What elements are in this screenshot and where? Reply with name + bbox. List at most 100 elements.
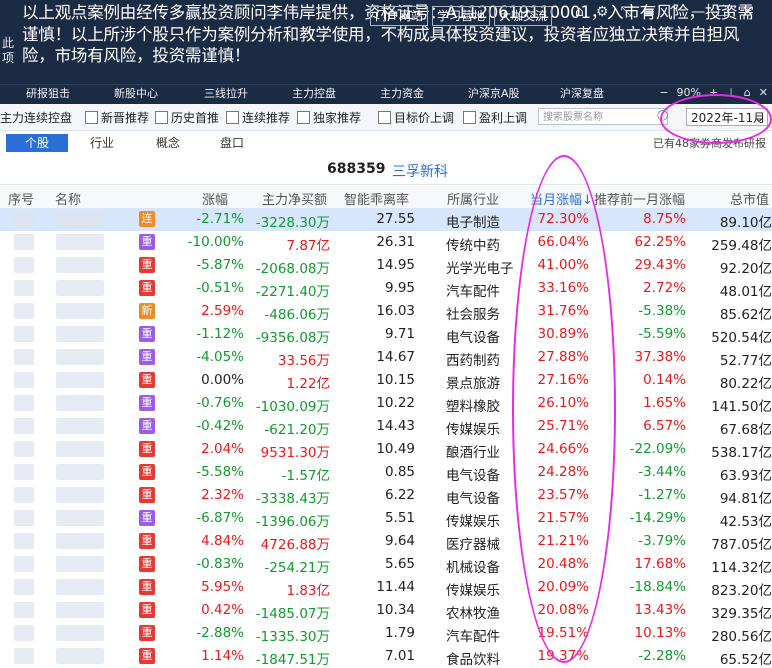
checkbox-first-recommend[interactable]: 历史首推	[155, 109, 219, 126]
col-bias[interactable]: 智能乖离率	[344, 189, 409, 208]
row-bias: 14.67	[376, 349, 415, 365]
nav-item-main-control[interactable]: 主力控盘	[292, 86, 336, 102]
table-row[interactable]: 重 -1.12% -9356.08万 9.71 电气设备 30.89% -5.59% 520.…	[0, 323, 772, 346]
row-tag-badge: 重	[139, 257, 155, 273]
table-row[interactable]: 重 4.84% 4726.88万 9.64 医疗器械 21.21% -3.79% 787.05…	[0, 530, 772, 553]
row-net-buy: -1.57亿	[281, 468, 330, 484]
table-row[interactable]: 重 2.32% -3338.43万 6.22 电气设备 23.57% -1.27% 94.81…	[0, 484, 772, 507]
portal-link[interactable]: 门户网站	[370, 6, 429, 26]
table-row[interactable]: 重 1.14% -1847.51万 7.01 食品饮料 19.37% -2.28% 65.52…	[0, 645, 772, 668]
row-month-change: 66.04%	[537, 234, 589, 250]
table-row[interactable]: 重 -5.58% -1.57亿 0.85 电气设备 24.28% -3.44% 63.93亿	[0, 461, 772, 484]
row-index-masked	[14, 234, 34, 250]
row-tag-badge: 连	[139, 211, 155, 227]
checkbox-new-recommend[interactable]: 新晋推荐	[85, 109, 149, 126]
col-name[interactable]: 名称	[55, 189, 81, 208]
row-market-cap: 42.53亿	[719, 514, 772, 530]
row-tag-badge: 重	[139, 372, 155, 388]
row-change: 2.59%	[201, 303, 244, 319]
menu-icon[interactable]: ≡	[644, 4, 656, 20]
row-net-buy: 7.87亿	[286, 238, 330, 254]
restore-icon[interactable]: ❐	[717, 4, 730, 20]
expert-exchange-link[interactable]: 大咖交流	[494, 6, 553, 26]
close-small-icon[interactable]: ✕	[759, 86, 768, 99]
row-prev-month-change: 29.43%	[634, 257, 686, 273]
stock-name[interactable]: 三孚新科	[392, 161, 448, 181]
search-icon[interactable]: ◯	[657, 110, 668, 121]
checkbox-profit-up[interactable]: 盈利上调	[463, 109, 527, 126]
row-prev-month-change: -2.28%	[638, 648, 686, 664]
col-market-cap[interactable]: 总市值	[730, 189, 769, 208]
table-row[interactable]: 重 -4.05% 33.56万 14.67 西药制药 27.88% 37.38% 52.77亿	[0, 346, 772, 369]
nav-item-research[interactable]: 研报狙击	[26, 86, 70, 102]
checkbox-continuous-recommend[interactable]: 连续推荐	[226, 109, 290, 126]
col-prev-month-change[interactable]: 推荐前一月涨幅	[594, 189, 685, 208]
tab-concept[interactable]: 概念	[146, 134, 190, 152]
row-index-masked	[14, 533, 34, 549]
row-month-change: 25.71%	[537, 418, 589, 434]
tab-stocks[interactable]: 个股	[6, 134, 68, 152]
row-tag-badge: 重	[139, 556, 155, 572]
row-index-masked	[14, 441, 34, 457]
nav-item-a-shares[interactable]: 沪深京A股	[468, 86, 520, 102]
col-net-buy[interactable]: 主力净买额	[262, 189, 327, 208]
table-row[interactable]: 连 -2.71% -3228.30万 27.55 电子制造 72.30% 8.75% 89.1…	[0, 208, 772, 231]
table-row[interactable]: 重 -6.87% -1396.06万 5.51 传媒娱乐 21.57% -14.29% 42.…	[0, 507, 772, 530]
row-index-masked	[14, 579, 34, 595]
table-row[interactable]: 重 -0.42% -621.20万 14.43 传媒娱乐 25.71% 6.57% 67.68…	[0, 415, 772, 438]
row-market-cap: 92.20亿	[719, 261, 772, 277]
row-bias: 5.51	[384, 510, 415, 526]
row-name-masked	[56, 326, 104, 342]
pin-icon[interactable]: ⊥	[726, 86, 736, 99]
row-name-masked	[56, 395, 104, 411]
row-tag-badge: 重	[139, 395, 155, 411]
table-row[interactable]: 重 -0.76% -1030.09万 10.22 塑料橡胶 26.10% 1.65% 141.…	[0, 392, 772, 415]
table-row[interactable]: 重 0.42% -1485.07万 10.34 农林牧渔 20.08% 13.43% 329.…	[0, 599, 772, 622]
tab-industry[interactable]: 行业	[80, 134, 124, 152]
row-tag-badge: 重	[139, 234, 155, 250]
shrink-icon[interactable]: ⤡	[620, 4, 631, 20]
minimize-icon[interactable]: —	[691, 4, 705, 20]
home-icon[interactable]: ⌂	[575, 4, 584, 20]
row-industry: 塑料橡胶	[446, 399, 500, 415]
row-bias: 10.49	[376, 441, 415, 457]
row-bias: 10.15	[376, 372, 415, 388]
table-row[interactable]: 重 2.04% 9531.30万 10.49 酿酒行业 24.66% -22.09% 538.…	[0, 438, 772, 461]
nav-item-main-funds[interactable]: 主力资金	[380, 86, 424, 102]
checkbox-target-price-up[interactable]: 目标价上调	[378, 109, 454, 126]
table-row[interactable]: 重 -2.88% -1335.30万 1.79 汽车配件 19.51% 10.13% 280.…	[0, 622, 772, 645]
checkbox-exclusive-recommend[interactable]: 独家推荐	[297, 109, 361, 126]
month-select[interactable]: 2022年-11月 ⌄	[686, 108, 768, 126]
row-bias: 10.22	[376, 395, 415, 411]
stock-search-input[interactable]: 搜索股票名称	[538, 108, 668, 125]
zoom-plus-icon[interactable]: +	[709, 86, 718, 99]
close-icon[interactable]: ✕	[742, 4, 754, 20]
table-row[interactable]: 重 -10.00% 7.87亿 26.31 传统中药 66.04% 62.25% 259.48…	[0, 231, 772, 254]
col-industry[interactable]: 所属行业	[447, 189, 499, 208]
table-row[interactable]: 重 -0.83% -254.21万 5.65 机械设备 20.48% 17.68% 114.3…	[0, 553, 772, 576]
row-tag-badge: 重	[139, 625, 155, 641]
row-name-masked	[56, 441, 104, 457]
col-month-change[interactable]: 当月涨幅↓	[530, 189, 593, 208]
learning-camp-link[interactable]: 学习营地	[432, 6, 491, 26]
gear-icon[interactable]: ⚙	[596, 4, 609, 20]
nav-item-review[interactable]: 沪深复盘	[560, 86, 604, 102]
nav-item-three-line[interactable]: 三线拉升	[204, 86, 248, 102]
table-row[interactable]: 重 0.00% 1.22亿 10.15 景点旅游 27.16% 0.14% 80.22亿	[0, 369, 772, 392]
zoom-minus-icon[interactable]: −	[659, 86, 668, 99]
home-small-icon[interactable]: ⌂	[744, 86, 751, 99]
col-index[interactable]: 序号	[8, 189, 34, 208]
table-row[interactable]: 新 2.59% -486.06万 16.03 社会服务 31.76% -5.38% 85.62…	[0, 300, 772, 323]
row-net-buy: 4726.88万	[260, 537, 330, 553]
row-industry: 传媒娱乐	[446, 514, 500, 530]
nav-item-new-stock[interactable]: 新股中心	[114, 86, 158, 102]
row-bias: 10.34	[376, 602, 415, 618]
row-net-buy: -3228.30万	[255, 215, 330, 231]
col-change[interactable]: 涨幅	[202, 189, 228, 208]
chevron-up-icon[interactable]: ⌃	[667, 4, 679, 20]
row-index-masked	[14, 349, 34, 365]
tab-orderbook[interactable]: 盘口	[210, 134, 254, 152]
table-row[interactable]: 重 -5.87% -2068.08万 14.95 光学光电子 41.00% 29.43% 92…	[0, 254, 772, 277]
table-row[interactable]: 重 -0.51% -2271.40万 9.95 汽车配件 33.16% 2.72% 48.01…	[0, 277, 772, 300]
table-row[interactable]: 重 5.95% 1.83亿 11.44 传媒娱乐 20.09% -18.84% 823.20亿	[0, 576, 772, 599]
